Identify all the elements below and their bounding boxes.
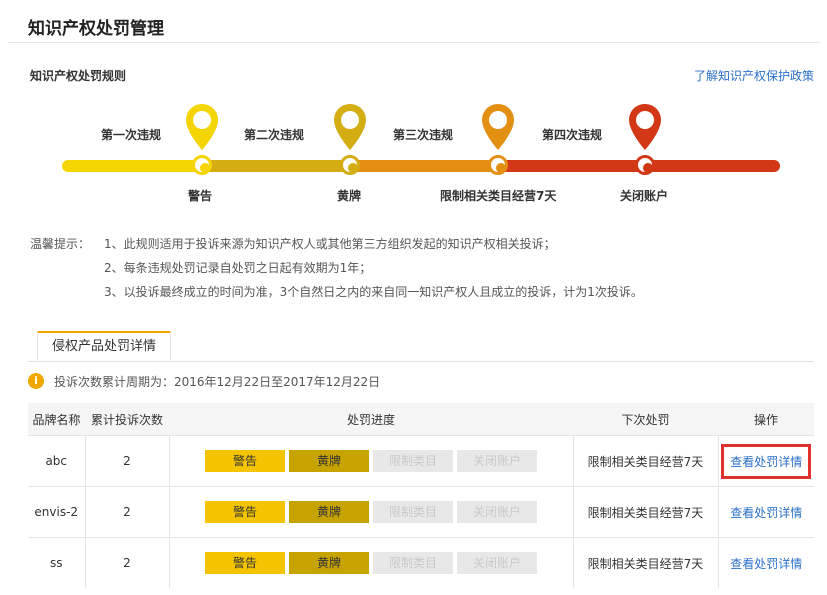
result-label-4: 关闭账户 (620, 189, 669, 203)
count-cell: 2 (85, 486, 170, 538)
progress-cell: 警告 黄牌 限制类目 关闭账户 (169, 435, 574, 487)
col-header-count: 累计投诉次数 (85, 403, 169, 436)
timeline-segment-3 (350, 160, 498, 172)
view-details-link[interactable]: 查看处罚详情 (722, 496, 810, 529)
info-icon: i (28, 373, 44, 389)
divider (8, 42, 820, 43)
result-label-2: 黄牌 (337, 189, 362, 203)
table-row: envis-2 2 警告 黄牌 限制类目 关闭账户 限制相关类目经营7天 查看处罚详情 (28, 486, 814, 538)
map-pin-icon (482, 104, 514, 150)
next-penalty-cell: 限制相关类目经营7天 (573, 537, 719, 588)
progress-step-yellow-card: 黄牌 (289, 501, 369, 523)
view-details-link[interactable]: 查看处罚详情 (722, 547, 810, 580)
result-label-1: 警告 (188, 189, 213, 203)
tips-title: 温馨提示： (30, 237, 91, 251)
action-cell: 查看处罚详情 (718, 537, 814, 588)
progress-cell: 警告 黄牌 限制类目 关闭账户 (169, 537, 574, 588)
page-title: 知识产权处罚管理 (28, 19, 164, 39)
violation-label-2: 第二次违规 (244, 128, 305, 142)
brand-cell: abc (28, 435, 86, 487)
penalty-table: 品牌名称 累计投诉次数 处罚进度 下次处罚 操作 abc 2 警告 黄牌 限制类目关… (28, 403, 814, 588)
timeline-node (340, 155, 360, 175)
table-row: ss 2 警告 黄牌 限制类目 关闭账户 限制相关类目经营7天 查看处罚详情 (28, 537, 814, 588)
timeline-segment-2 (204, 160, 350, 172)
col-header-progress: 处罚进度 (169, 403, 573, 436)
progress-step-restrict: 限制类目 (373, 450, 453, 472)
period-text: 投诉次数累计周期为：2016年12月22日至2017年12月22日 (54, 375, 381, 389)
col-header-brand: 品牌名称 (28, 403, 85, 436)
brand-cell: ss (28, 537, 86, 588)
policy-link[interactable]: 了解知识产权保护政策 (694, 67, 814, 84)
progress-step-warning: 警告 (205, 501, 285, 523)
progress-step-restrict: 限制类目 (373, 552, 453, 574)
progress-step-yellow-card: 黄牌 (289, 552, 369, 574)
next-penalty-cell: 限制相关类目经营7天 (573, 486, 719, 538)
next-penalty-cell: 限制相关类目经营7天 (573, 435, 719, 487)
timeline-node (488, 155, 508, 175)
violation-label-4: 第四次违规 (542, 128, 603, 142)
table-row: abc 2 警告 黄牌 限制类目 关闭账户 限制相关类目经营7天 查看处罚详情 (28, 435, 814, 487)
progress-step-warning: 警告 (205, 552, 285, 574)
tip-item: 3、以投诉最终成立的时间为准，3个自然日之内的来自同一知识产权人且成立的投诉，计… (104, 285, 643, 299)
progress-step-close: 关闭账户 (457, 501, 537, 523)
tip-item: 2、每条违规处罚记录自处罚之日起有效期为1年； (104, 261, 372, 275)
count-cell: 2 (85, 435, 170, 487)
tab-divider (28, 361, 814, 362)
tab-infringement-details[interactable]: 侵权产品处罚详情 (37, 331, 171, 361)
action-cell: 查看处罚详情 (718, 435, 814, 487)
timeline-segment-1 (62, 160, 204, 172)
violation-label-3: 第三次违规 (393, 128, 454, 142)
progress-step-yellow-card: 黄牌 (289, 450, 369, 472)
map-pin-icon (629, 104, 661, 150)
timeline-node (635, 155, 655, 175)
result-label-3: 限制相关类目经营7天 (440, 189, 557, 203)
table-header-row: 品牌名称 累计投诉次数 处罚进度 下次处罚 操作 (28, 403, 814, 436)
col-header-next: 下次处罚 (573, 403, 718, 436)
tip-item: 1、此规则适用于投诉来源为知识产权人或其他第三方组织发起的知识产权相关投诉； (104, 237, 556, 251)
progress-step-warning: 警告 (205, 450, 285, 472)
progress-step-close: 关闭账户 (457, 552, 537, 574)
map-pin-icon (186, 104, 218, 150)
brand-cell: envis-2 (28, 486, 86, 538)
violation-label-1: 第一次违规 (101, 128, 162, 142)
progress-step-restrict: 限制类目 (373, 501, 453, 523)
col-header-action: 操作 (718, 403, 814, 436)
progress-cell: 警告 黄牌 限制类目 关闭账户 (169, 486, 574, 538)
progress-step-close: 关闭账户 (457, 450, 537, 472)
map-pin-icon (334, 104, 366, 150)
timeline-node (192, 155, 212, 175)
action-cell: 查看处罚详情 (718, 486, 814, 538)
rules-title: 知识产权处罚规则 (30, 69, 127, 83)
view-details-link[interactable]: 查看处罚详情 (721, 443, 812, 479)
count-cell: 2 (85, 537, 170, 588)
